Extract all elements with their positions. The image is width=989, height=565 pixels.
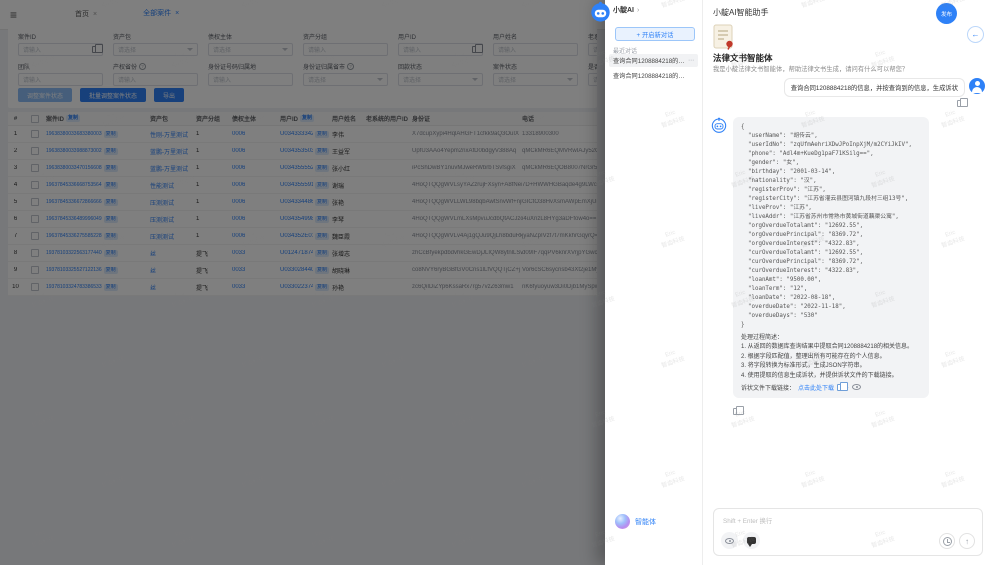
chevron-right-icon[interactable]: › (637, 7, 639, 14)
agent-title: 法律文书智能体 (713, 52, 773, 64)
app-root: ≡ 首页 × 全部案件 × 案件ID ? (0, 0, 989, 565)
ai-avatar-robot-icon (711, 117, 727, 133)
conversation-item-label: 查询合同1208884218的信息 (613, 71, 687, 80)
process-step: 3. 将字段转换为标准形式，生成JSON字符串。 (741, 362, 921, 372)
assistant-panel: 小靛AI智能助手 发布 ← 法律文书智能体 我是小靛法律文书智能体，帮助法律文书… (702, 0, 989, 565)
chat-input[interactable]: Shift + Enter 换行 ↑ (713, 508, 983, 556)
download-line: 诉状文件下载链接： 点击此处下载 ↓ (741, 383, 921, 392)
user-message-row: 查询合同1208884218的信息，并按查询到的信息，生成诉状 (703, 78, 989, 97)
input-right-tools: ↑ (939, 533, 975, 549)
process-title: 处理过程简述： (741, 334, 921, 344)
process-steps: 1. 从返回的数据库查询结果中提取合同1208884218的相关信息。2. 根据… (741, 343, 921, 381)
publish-button[interactable]: 发布 (936, 3, 957, 24)
ai-message-bubble: { "userName": "胡传云", "userIdNo": "zqUfmA… (733, 117, 929, 398)
ai-robot-icon[interactable] (590, 1, 611, 22)
input-left-tools (721, 532, 760, 549)
download-label: 诉状文件下载链接： (741, 383, 795, 392)
legal-document-icon (713, 24, 735, 50)
preview-tool-button[interactable] (721, 532, 738, 549)
assistant-title: 小靛AI智能助手 (713, 7, 769, 18)
user-avatar (969, 78, 985, 94)
copy-icon[interactable] (837, 384, 843, 391)
collapse-button[interactable]: ← (967, 26, 984, 43)
brand-name: 小靛AI (613, 5, 634, 15)
json-result-block: { "userName": "胡传云", "userIdNo": "zqUfmA… (741, 123, 921, 330)
message-list: 查询合同1208884218的信息，并按查询到的信息，生成诉状 { "userN… (703, 74, 989, 504)
copy-icon[interactable] (957, 100, 963, 107)
download-link[interactable]: 点击此处下载 (798, 383, 834, 392)
new-conversation-button[interactable]: + 开启新对话 (615, 27, 695, 41)
user-message-actions (703, 100, 989, 107)
arrow-left-icon: ← (972, 30, 980, 39)
dim-overlay[interactable] (0, 0, 605, 565)
eye-icon (725, 538, 734, 544)
preview-eye-icon[interactable] (852, 384, 861, 390)
conversation-item-label: 查询合同1208884218的信息 (613, 56, 687, 65)
clock-icon (943, 537, 952, 546)
drawer-footer: 智能体 (615, 514, 656, 529)
copy-icon[interactable] (733, 408, 739, 415)
more-icon[interactable]: ⋯ (688, 57, 694, 64)
history-button[interactable] (939, 533, 955, 549)
send-button[interactable]: ↑ (959, 533, 975, 549)
process-step: 4. 使用提取的信息生成诉状，并提供诉状文件的下载链接。 (741, 372, 921, 382)
feedback-tool-button[interactable] (743, 532, 760, 549)
ai-drawer: 小靛AI › + 开启新对话 最近对话 查询合同1208884218的信息 ⋯ … (605, 0, 702, 565)
ai-message-row: { "userName": "胡传云", "userIdNo": "zqUfmA… (703, 117, 989, 398)
conversation-item[interactable]: 查询合同1208884218的信息 ⋯ (609, 54, 698, 67)
agents-link[interactable]: 智能体 (635, 517, 656, 527)
speech-bubble-icon (747, 537, 756, 544)
input-placeholder: Shift + Enter 换行 (723, 516, 772, 525)
drawer-header: 小靛AI › (613, 5, 639, 15)
process-step: 1. 从返回的数据库查询结果中提取合同1208884218的相关信息。 (741, 343, 921, 353)
agent-description: 我是小靛法律文书智能体，帮助法律文书生成，请问有什么可以帮您？ (713, 64, 973, 73)
ai-message-actions (703, 402, 989, 420)
send-arrow-icon: ↑ (965, 537, 969, 546)
agent-sphere-icon[interactable] (615, 514, 630, 529)
case-management-area: ≡ 首页 × 全部案件 × 案件ID ? (0, 0, 605, 565)
conversation-item[interactable]: 查询合同1208884218的信息 (609, 69, 698, 82)
process-step: 2. 根据字段匹配值，整理出所有可能存在的个人信息。 (741, 353, 921, 363)
user-message-bubble: 查询合同1208884218的信息，并按查询到的信息，生成诉状 (784, 78, 965, 97)
